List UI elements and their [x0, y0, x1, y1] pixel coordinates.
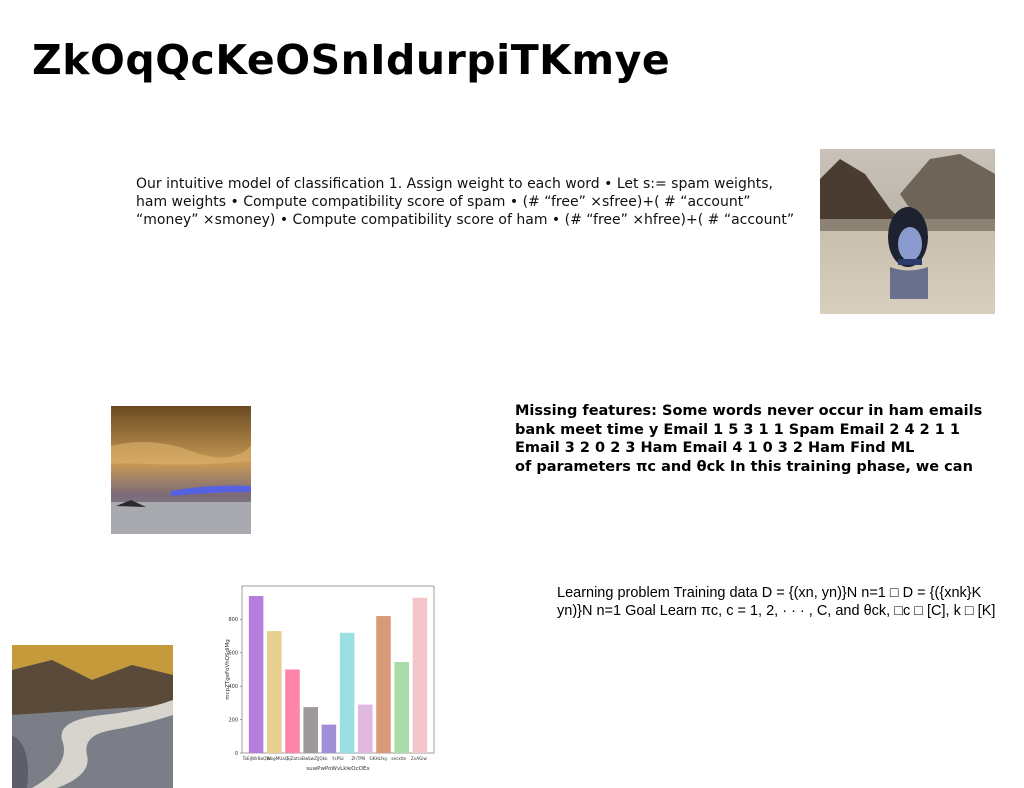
text-line: Learning problem Training data D = {(xn,… — [557, 585, 982, 601]
bar — [394, 661, 409, 753]
x-tick-label: ZvAGiw — [411, 756, 428, 761]
text-line: bank meet time y Email 1 5 3 1 1 Spam Em… — [515, 421, 960, 438]
bar — [376, 616, 391, 753]
text-line: Missing features: Some words never occur… — [515, 403, 983, 419]
y-axis-label: mcpZTgeFoVhQSdiMg — [225, 639, 231, 700]
x-tick-label: GKHLfxy — [369, 756, 387, 761]
bar — [267, 631, 282, 753]
bar-chart: 0200400600800 ToEiJWrBoQXcWegMUaQSjZatra… — [225, 585, 435, 772]
x-tick-label: ZhTPN — [351, 756, 365, 761]
text-line: yn)}N n=1 Goal Learn πc, c = 1, 2, · · ·… — [557, 603, 996, 619]
text-line: Our intuitive model of classification 1.… — [136, 176, 773, 192]
y-tick-label: 800 — [228, 617, 238, 623]
bar — [339, 632, 355, 753]
woman-in-water-image — [820, 149, 995, 314]
x-tick-label: YsPSc — [331, 756, 345, 761]
text-line: of parameters πc and θck In this trainin… — [515, 458, 973, 475]
bar — [358, 704, 373, 753]
bar — [321, 724, 337, 753]
x-axis-label: suwPwPoWvLkleOcOEx — [306, 766, 370, 772]
slide-title: ZkOqQcKeOSnIdurpiTKmye — [32, 36, 671, 84]
x-tick-label: secxtle — [391, 756, 406, 761]
dramatic-sky-image — [111, 406, 251, 534]
glacier-valley-image — [12, 645, 173, 788]
text-block-learning-problem: Learning problem Training data D = {(xn,… — [557, 584, 1024, 620]
bar — [303, 707, 318, 753]
bar — [285, 669, 300, 753]
text-line: “money” ×smoney) • Compute compatibility… — [136, 212, 795, 228]
text-block-missing-features: Missing features: Some words never occur… — [515, 402, 1024, 476]
text-block-classification-model: Our intuitive model of classification 1.… — [136, 175, 806, 229]
text-line: ham weights • Compute compatibility scor… — [136, 194, 751, 210]
text-line: Email 3 2 0 2 3 Ham Email 4 1 0 3 2 Ham … — [515, 440, 915, 456]
x-tick-label: WegMUaQ — [266, 756, 288, 761]
bar — [248, 596, 264, 753]
bar — [412, 597, 428, 753]
y-tick-label: 0 — [235, 751, 238, 757]
y-tick-label: 200 — [228, 717, 238, 723]
x-tick-label: SwZjJQkk — [308, 756, 328, 761]
x-tick-label: SjZatraBw — [287, 756, 309, 761]
